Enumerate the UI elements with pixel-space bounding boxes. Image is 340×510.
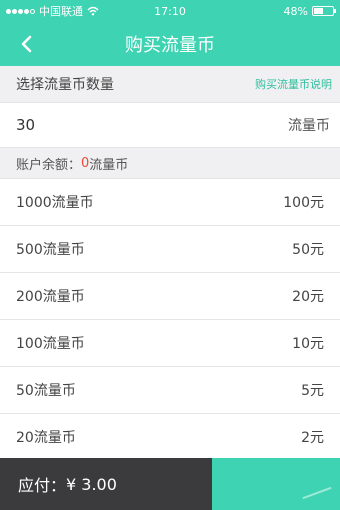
package-item[interactable]: 50流量币 5元 xyxy=(0,367,340,414)
balance-prefix: 账户余额： xyxy=(16,157,82,173)
navigation-bar: 购买流量币 xyxy=(0,22,340,66)
package-item[interactable]: 20流量币 2元 xyxy=(0,414,340,461)
back-button[interactable] xyxy=(10,28,42,60)
header: 中国联通 17:10 48% 购买流量币 xyxy=(0,0,340,66)
package-name: 1000流量币 xyxy=(16,195,94,211)
package-price: 20元 xyxy=(292,289,324,305)
status-left: 中国联通 xyxy=(6,3,115,19)
checkout-bar: 应付： ¥ 3.00 xyxy=(0,458,340,510)
wifi-icon xyxy=(87,6,99,16)
status-time: 17:10 xyxy=(154,4,186,18)
balance-amount: 0 xyxy=(81,155,90,171)
package-price: 50元 xyxy=(292,242,324,258)
page-title: 购买流量币 xyxy=(125,35,215,56)
battery-percent: 48% xyxy=(283,4,308,18)
amount-due-label: 应付： xyxy=(18,476,67,495)
package-name: 20流量币 xyxy=(16,430,76,446)
package-price: 100元 xyxy=(283,195,324,211)
battery-icon xyxy=(311,6,336,16)
amount-input-row: 流量币 xyxy=(0,102,340,148)
package-item[interactable]: 100流量币 10元 xyxy=(0,320,340,367)
package-list: 1000流量币 100元 500流量币 50元 200流量币 20元 100流量… xyxy=(0,178,340,461)
package-price: 10元 xyxy=(292,336,324,352)
status-bar: 中国联通 17:10 48% xyxy=(0,0,340,22)
package-price: 5元 xyxy=(301,383,324,399)
account-balance: 账户余额： 0 流量币 xyxy=(0,148,340,178)
pay-button[interactable] xyxy=(212,458,340,510)
package-name: 500流量币 xyxy=(16,242,85,258)
amount-unit: 流量币 xyxy=(288,118,330,134)
amount-input[interactable] xyxy=(16,116,196,134)
package-item[interactable]: 1000流量币 100元 xyxy=(0,179,340,226)
package-name: 50流量币 xyxy=(16,383,76,399)
package-name: 100流量币 xyxy=(16,336,85,352)
amount-due: 应付： ¥ 3.00 xyxy=(0,458,212,510)
battery-fill xyxy=(313,8,323,14)
chevron-left-icon xyxy=(21,35,32,53)
balance-suffix: 流量币 xyxy=(89,157,129,173)
package-item[interactable]: 200流量币 20元 xyxy=(0,273,340,320)
select-amount-header: 选择流量币数量 购买流量币说明 xyxy=(0,66,340,102)
help-link[interactable]: 购买流量币说明 xyxy=(255,76,332,92)
package-price: 2元 xyxy=(301,430,324,446)
amount-due-value: ¥ 3.00 xyxy=(66,474,117,494)
status-right: 48% xyxy=(225,4,336,18)
carrier-name: 中国联通 xyxy=(39,5,83,18)
package-name: 200流量币 xyxy=(16,289,85,305)
select-amount-label: 选择流量币数量 xyxy=(16,77,114,93)
package-item[interactable]: 500流量币 50元 xyxy=(0,226,340,273)
signal-icon xyxy=(6,8,35,14)
